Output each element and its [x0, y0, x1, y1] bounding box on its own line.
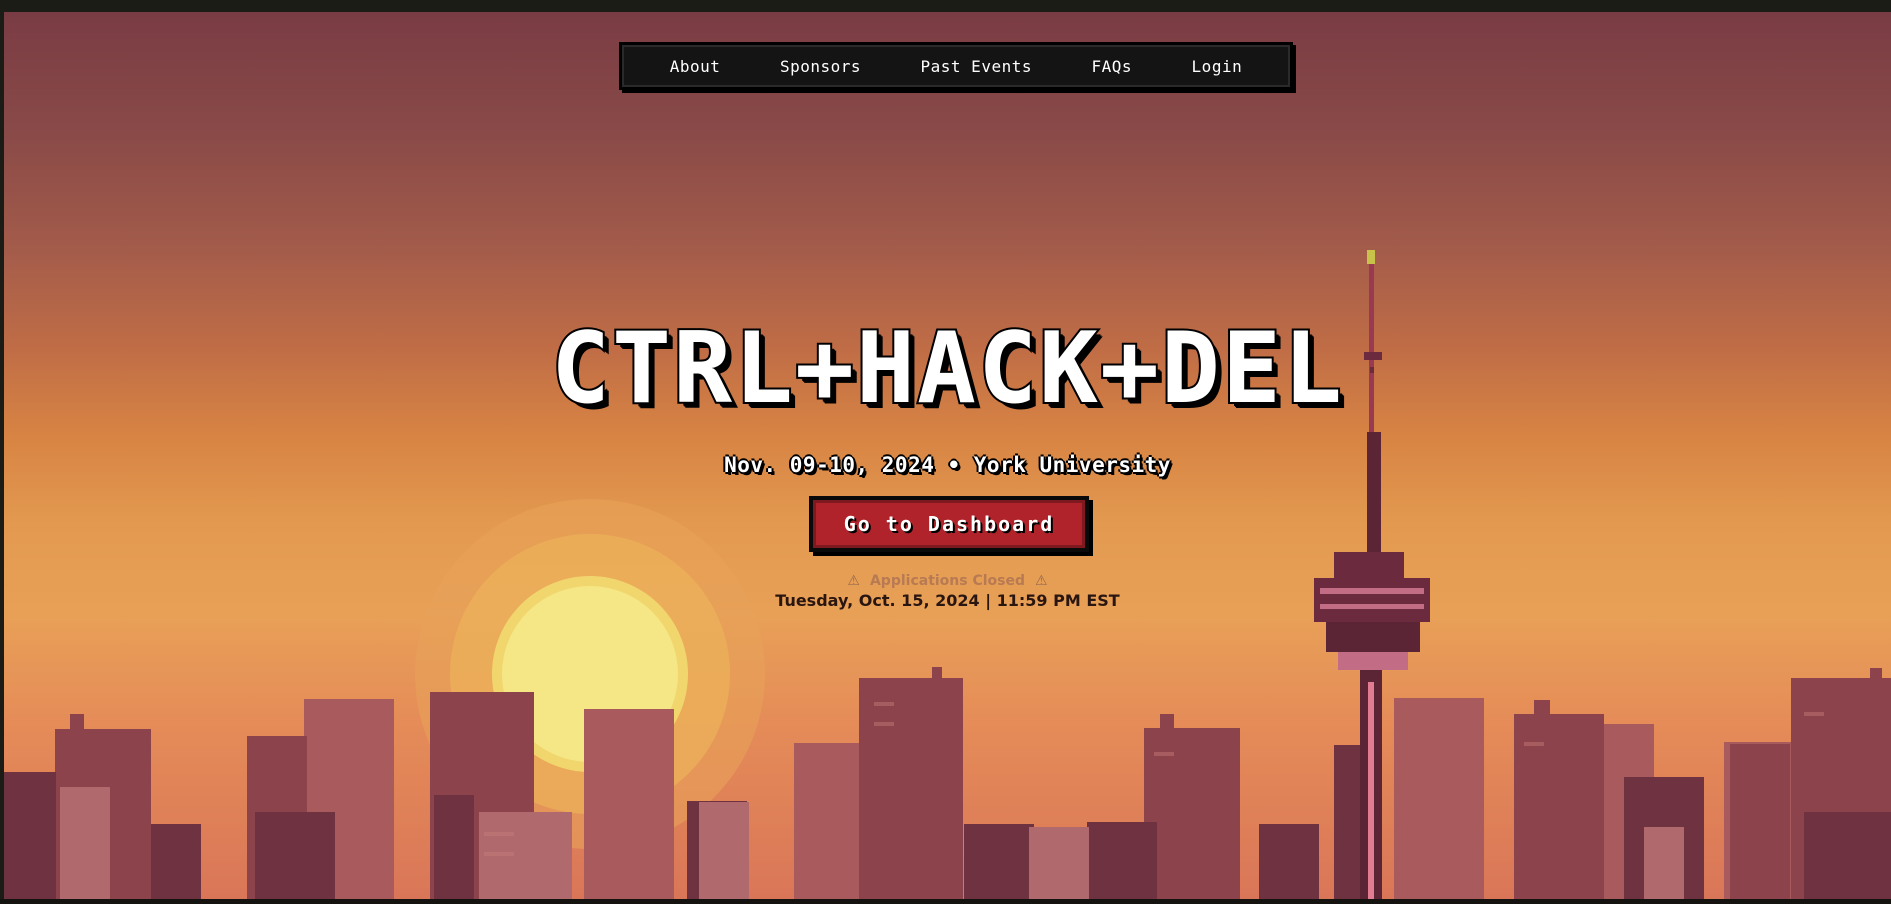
nav-login[interactable]: Login: [1192, 57, 1243, 76]
go-to-dashboard-button[interactable]: Go to Dashboard: [809, 496, 1089, 552]
hero-background: About Sponsors Past Events FAQs Login CT…: [4, 12, 1891, 899]
warning-icon: ⚠: [1035, 573, 1048, 589]
hero-title: CTRL+HACK+DEL: [549, 312, 1344, 426]
nav-about[interactable]: About: [670, 57, 721, 76]
application-deadline: Tuesday, Oct. 15, 2024 | 11:59 PM EST: [775, 591, 1120, 610]
warning-icon: ⚠: [847, 573, 860, 589]
nav-faqs[interactable]: FAQs: [1092, 57, 1133, 76]
application-status: ⚠ Applications Closed ⚠: [4, 573, 1891, 589]
browser-top-strip: [0, 0, 1891, 12]
nav-sponsors[interactable]: Sponsors: [780, 57, 861, 76]
top-navigation: About Sponsors Past Events FAQs Login: [619, 42, 1293, 90]
event-date-location: Nov. 09-10, 2024 • York University: [724, 453, 1171, 477]
nav-past-events[interactable]: Past Events: [921, 57, 1032, 76]
bottom-edge: [0, 899, 1891, 904]
application-status-text: Applications Closed: [869, 573, 1026, 589]
